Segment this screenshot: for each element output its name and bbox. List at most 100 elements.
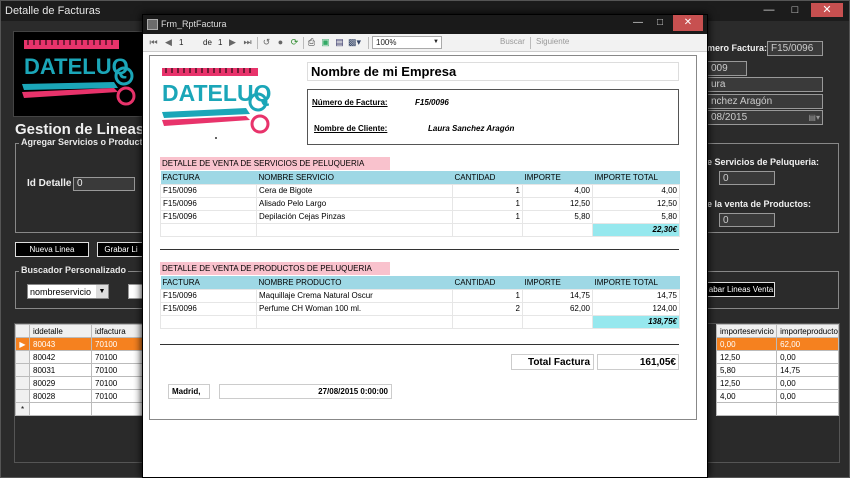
dialog-title-bar[interactable]: Frm_RptFactura — □ ✕ [143, 15, 707, 34]
grid-cell[interactable]: 80043 [29, 337, 92, 351]
row-header[interactable] [15, 350, 30, 364]
table-row[interactable]: 80029 70100 [15, 376, 146, 390]
grid-cell[interactable]: 80029 [29, 376, 92, 390]
divider [160, 344, 679, 345]
cell: Maquillaje Crema Natural Oscur [256, 288, 453, 303]
col-nombre-producto: NOMBRE PRODUCTO [256, 276, 453, 289]
last-page-icon[interactable]: ⏭ [242, 37, 253, 48]
grid-cell[interactable]: 70100 [91, 363, 146, 377]
grid-col-importeproducto[interactable]: importeproducto [776, 324, 839, 338]
calendar-icon[interactable]: ▤▾ [808, 111, 820, 124]
grid-cell[interactable]: 0,00 [715, 337, 778, 351]
cell: Perfume CH Woman 100 ml. [256, 301, 453, 316]
field-fecha[interactable]: 08/2015 ▤▾ [707, 110, 823, 125]
numero-factura-value: F15/0096 [415, 98, 449, 107]
grid-cell[interactable]: 0,00 [776, 389, 839, 403]
servicios-total-label: e Servicios de Peluqueria: [707, 157, 820, 167]
grid-cell[interactable]: 4,00 [715, 389, 778, 403]
grid-cell[interactable]: 0,00 [776, 376, 839, 390]
buscador-input[interactable] [128, 284, 143, 299]
productos-total-input[interactable]: 0 [719, 213, 775, 227]
grid-cell[interactable]: 80028 [29, 389, 92, 403]
field-cliente-apellidos[interactable]: nchez Aragón [707, 94, 823, 109]
refresh-icon[interactable]: ⟳ [289, 37, 300, 48]
grid-cell[interactable] [29, 402, 92, 416]
field-idfactura[interactable]: 009 [707, 61, 747, 76]
grid-col-iddetalle[interactable]: iddetalle [29, 324, 92, 338]
grid-cell[interactable] [776, 402, 839, 416]
back-icon[interactable]: ↺ [261, 37, 272, 48]
table-row[interactable]: ▶ 80043 70100 [15, 337, 146, 351]
cell: 1 [452, 288, 523, 303]
grid-cell[interactable]: 14,75 [776, 363, 839, 377]
buscador-title: Buscador Personalizado [19, 265, 129, 275]
col-nombre-servicio: NOMBRE SERVICIO [256, 171, 453, 184]
page-number-input[interactable]: 1 [179, 37, 183, 48]
servicios-total-input[interactable]: 0 [719, 171, 775, 185]
company-name: Nombre de mi Empresa [307, 62, 679, 81]
close-icon[interactable]: ✕ [811, 3, 843, 17]
print-layout-icon[interactable]: ▣ [320, 37, 331, 48]
next-page-icon[interactable]: ▶ [227, 37, 238, 48]
table-row[interactable]: 4,00 0,00 [715, 389, 839, 403]
print-icon[interactable]: ⎙ [306, 37, 317, 48]
row-header[interactable] [15, 389, 30, 403]
grid-cell[interactable]: 70100 [91, 389, 146, 403]
row-header[interactable] [15, 363, 30, 377]
new-row[interactable] [715, 402, 839, 416]
grid-cell[interactable] [715, 402, 778, 416]
grid-col-importeservicio[interactable]: importeservicio [715, 324, 778, 338]
export-icon[interactable]: ▩▾ [348, 37, 361, 48]
minimize-icon[interactable]: — [759, 3, 779, 17]
numero-factura-input[interactable]: F15/0096 [767, 41, 823, 56]
search-link[interactable]: Buscar [500, 37, 525, 46]
maximize-icon[interactable]: □ [785, 3, 805, 17]
table-row[interactable]: 5,80 14,75 [715, 363, 839, 377]
new-row[interactable]: * [15, 402, 146, 416]
cell: Alisado Pelo Largo [256, 196, 453, 211]
grabar-linea-button[interactable]: Grabar Li [97, 242, 145, 257]
grabar-lineas-venta-button[interactable]: abar Lineas Venta [707, 282, 775, 297]
id-detalle-input[interactable]: 0 [73, 177, 135, 191]
table-row[interactable]: 12,50 0,00 [715, 376, 839, 390]
grid-left-columns: iddetalle idfactura ▶ 80043 70100 80042 … [15, 324, 146, 416]
report-page: DATELUQ Nombre de mi Empresa Número de F… [149, 55, 697, 420]
servicios-header-row: FACTURA NOMBRE SERVICIO CANTIDAD IMPORTE… [160, 171, 680, 184]
grid-cell[interactable]: 70100 [91, 376, 146, 390]
table-row[interactable]: 12,50 0,00 [715, 350, 839, 364]
next-link[interactable]: Siguiente [536, 37, 569, 46]
zoom-select[interactable]: 100% ▼ [372, 36, 442, 49]
nueva-linea-button[interactable]: Nueva Linea [15, 242, 89, 257]
minimize-icon[interactable]: — [629, 15, 647, 31]
cell: 14,75 [522, 288, 593, 303]
page-setup-icon[interactable]: ▤ [334, 37, 345, 48]
grid-col-idfactura[interactable]: idfactura [91, 324, 146, 338]
main-logo: DATELUQ [13, 31, 147, 117]
grid-cell[interactable] [91, 402, 146, 416]
table-row[interactable]: 80042 70100 [15, 350, 146, 364]
grid-cell[interactable]: 0,00 [776, 350, 839, 364]
invoice-date: 27/08/2015 0:00:00 [219, 384, 392, 399]
grid-cell[interactable]: 5,80 [715, 363, 778, 377]
col-importe-total: IMPORTE TOTAL [592, 276, 680, 289]
grid-cell[interactable]: 70100 [91, 337, 146, 351]
row-header[interactable] [15, 376, 30, 390]
stop-icon[interactable]: ● [275, 37, 286, 48]
grid-cell[interactable]: 70100 [91, 350, 146, 364]
grid-cell[interactable]: 12,50 [715, 350, 778, 364]
previous-page-icon[interactable]: ◀ [163, 37, 174, 48]
grid-cell[interactable]: 62,00 [776, 337, 839, 351]
field-cliente-nombre[interactable]: ura [707, 77, 823, 92]
close-icon[interactable]: ✕ [673, 15, 703, 31]
table-row[interactable]: 0,00 62,00 [715, 337, 839, 351]
table-row[interactable]: 80028 70100 [15, 389, 146, 403]
buscador-combo[interactable]: nombreservicio ▼ [27, 284, 109, 299]
grid-cell[interactable]: 80042 [29, 350, 92, 364]
maximize-icon[interactable]: □ [651, 15, 669, 31]
chevron-down-icon: ▼ [96, 285, 108, 298]
grid-cell[interactable]: 12,50 [715, 376, 778, 390]
main-heading: Gestion de Lineas d [15, 121, 158, 138]
grid-cell[interactable]: 80031 [29, 363, 92, 377]
first-page-icon[interactable]: ⏮ [148, 37, 159, 48]
table-row[interactable]: 80031 70100 [15, 363, 146, 377]
